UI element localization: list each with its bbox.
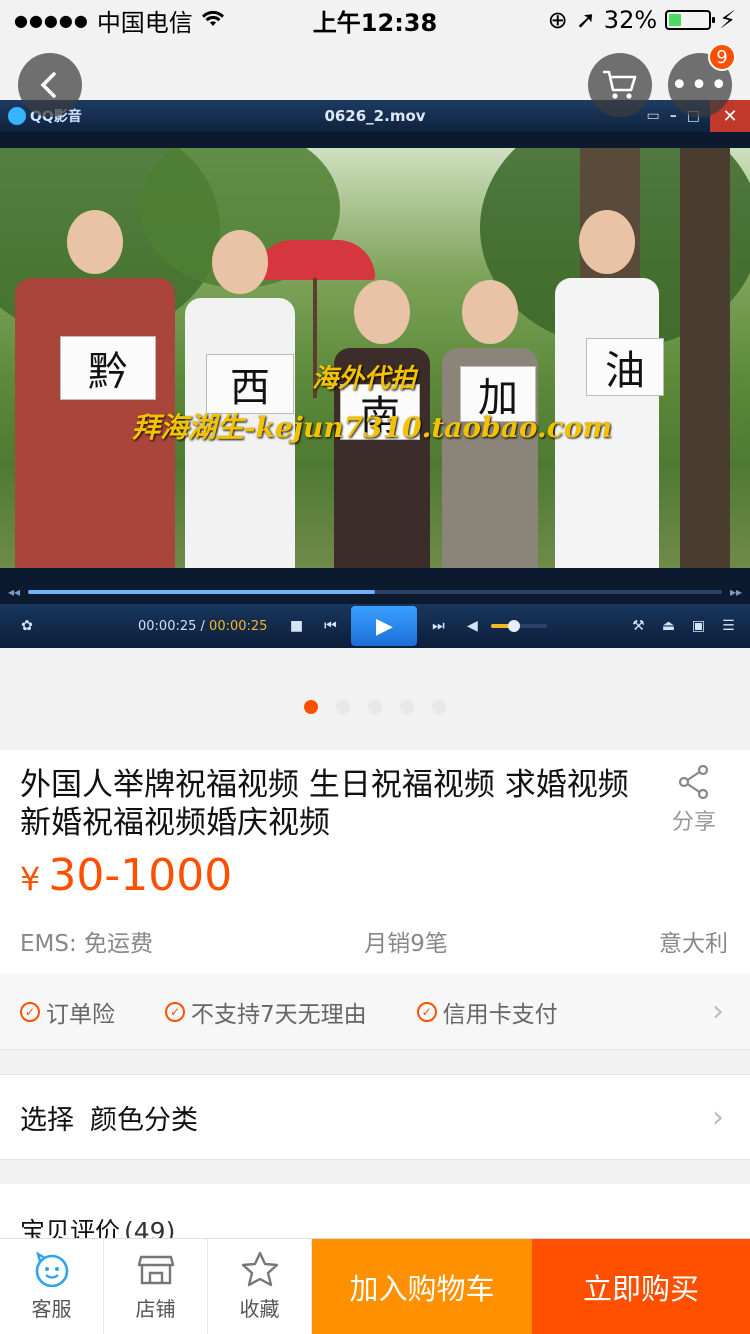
- check-icon: ✓: [416, 1001, 437, 1022]
- carousel-dot: [304, 700, 318, 714]
- volume-icon: ◀: [467, 618, 478, 634]
- fast-forward-icon: ▸▸: [729, 585, 742, 599]
- more-button[interactable]: ••• 9: [668, 43, 736, 117]
- seek-track: [28, 590, 722, 594]
- watermark-url: 拜海湖生-kejun7310.taobao.com: [132, 411, 613, 444]
- product-price: ¥30-1000: [20, 850, 232, 901]
- shipping-info: EMS: 免运费: [20, 931, 154, 957]
- previous-icon: ⏮: [324, 618, 337, 634]
- chevron-left-icon: [40, 72, 56, 98]
- service-item: ✓ 信用卡支付: [416, 995, 558, 1029]
- currency-symbol: ¥: [20, 860, 41, 898]
- next-icon: ⏭: [432, 618, 445, 634]
- screen-icon: ▣: [691, 618, 706, 634]
- carousel-dot: [336, 700, 350, 714]
- select-label: 选择: [20, 1104, 74, 1136]
- rewind-icon: ◂◂: [8, 585, 21, 599]
- price-value: 30-1000: [48, 850, 233, 901]
- share-button[interactable]: 分享: [662, 764, 726, 836]
- customer-service-button[interactable]: 客服: [0, 1239, 104, 1334]
- video-player-screenshot: QQ影音 0626_2.mov ▭ – □ ✕: [0, 100, 750, 648]
- select-variant-row[interactable]: 选择 颜色分类 ›: [0, 1074, 750, 1160]
- play-icon: ▶: [351, 606, 418, 646]
- check-icon: ✓: [165, 1001, 185, 1022]
- status-bar: ●●●●● 中国电信 上午12:38 ⊕ ➚ 32% ⚡: [0, 0, 750, 40]
- carousel-indicator: [0, 700, 750, 714]
- product-info: 外国人举牌祝福视频 生日祝福视频 求婚视频新婚祝福视频婚庆视频 分享 ¥30-1…: [0, 750, 750, 974]
- share-icon: [678, 764, 709, 800]
- more-dots-icon: •••: [670, 67, 730, 103]
- wrench-icon: ⚒: [632, 618, 645, 634]
- signal-icon: ●●●●●: [14, 10, 89, 30]
- favorite-label: 收藏: [239, 1297, 280, 1321]
- player-controls: ✿ 00:00:25 / 00:00:25 ■ ⏮ ▶ ⏭ ◀ ⚒ ⏏ ▣ ☰: [0, 604, 750, 648]
- star-icon: [241, 1251, 278, 1287]
- back-button[interactable]: [18, 53, 82, 117]
- add-to-cart-button[interactable]: 加入购物车: [312, 1239, 532, 1334]
- cart-button[interactable]: [588, 53, 652, 117]
- battery-percent: 32%: [603, 6, 658, 34]
- time-separator: /: [196, 618, 210, 634]
- product-gallery[interactable]: QQ影音 0626_2.mov ▭ – □ ✕: [0, 0, 750, 750]
- service-label: 不支持7天无理由: [191, 1001, 367, 1028]
- buy-now-button[interactable]: 立即购买: [532, 1239, 750, 1334]
- bottom-action-bar: 客服 店铺 收藏 加入购物车 立即购买: [0, 1238, 750, 1334]
- carousel-dot: [432, 700, 446, 714]
- service-label: 订单险: [46, 1001, 115, 1028]
- sign-card-2: 西: [206, 354, 294, 414]
- time-display: 00:00:25 / 00:00:25: [138, 619, 267, 634]
- monthly-sales: 月销9笔: [364, 931, 448, 957]
- sign-card-1: 黔: [60, 336, 156, 400]
- battery-icon: [665, 10, 716, 30]
- ship-from-location: 意大利: [659, 931, 728, 957]
- paw-icon: ✿: [21, 618, 33, 634]
- product-title: 外国人举牌祝福视频 生日祝福视频 求婚视频新婚祝福视频婚庆视频: [20, 767, 629, 841]
- reviews-section[interactable]: 宝贝评价 (49): [0, 1184, 750, 1246]
- sign-card-5: 油: [586, 338, 664, 396]
- customer-service-icon: [35, 1251, 68, 1287]
- notification-badge: 9: [708, 43, 736, 71]
- share-label: 分享: [671, 810, 716, 835]
- rotation-lock-icon: ⊕: [547, 6, 568, 34]
- favorite-button[interactable]: 收藏: [208, 1239, 312, 1334]
- watermark-title: 海外代拍: [312, 364, 417, 394]
- time-current: 00:00:25: [138, 618, 197, 634]
- volume-slider: [491, 620, 548, 632]
- shop-label: 店铺: [135, 1297, 176, 1321]
- service-item: ✓ 订单险: [20, 995, 115, 1029]
- charging-icon: ⚡: [719, 6, 736, 34]
- cart-icon: [603, 70, 637, 99]
- seek-bar: ◂◂ ▸▸: [0, 584, 750, 600]
- stop-icon: ■: [289, 618, 304, 634]
- shop-button[interactable]: 店铺: [104, 1239, 208, 1334]
- carousel-dot: [400, 700, 414, 714]
- service-item: ✓ 不支持7天无理由: [165, 995, 367, 1029]
- playlist-icon: ☰: [722, 618, 735, 634]
- customer-service-label: 客服: [31, 1297, 72, 1321]
- chevron-right-icon: ›: [712, 994, 724, 1029]
- check-icon: ✓: [20, 1001, 40, 1022]
- service-label: 信用卡支付: [442, 1001, 558, 1028]
- chevron-right-icon: ›: [712, 1099, 724, 1135]
- select-value: 颜色分类: [90, 1104, 198, 1136]
- time-total: 00:00:25: [209, 618, 268, 634]
- player-file-name: 0626_2.mov: [324, 107, 426, 125]
- minimize-icon: –: [669, 108, 677, 124]
- carrier-name: 中国电信: [96, 8, 193, 37]
- video-frame: 黔 西 南 加 油 海外代拍 拜海湖生-kejun7310.taobao.com: [0, 148, 750, 568]
- chat-icon: ▭: [646, 108, 660, 124]
- eject-icon: ⏏: [661, 618, 676, 634]
- shop-icon: [137, 1255, 174, 1285]
- qq-player-icon: [8, 107, 26, 125]
- service-guarantees[interactable]: ✓ 订单险 ✓ 不支持7天无理由 ✓ 信用卡支付 ›: [0, 974, 750, 1050]
- carousel-dot: [368, 700, 382, 714]
- wifi-icon: [201, 6, 225, 34]
- product-meta: EMS: 免运费 月销9笔 意大利: [20, 924, 728, 958]
- location-icon: ➚: [575, 6, 596, 34]
